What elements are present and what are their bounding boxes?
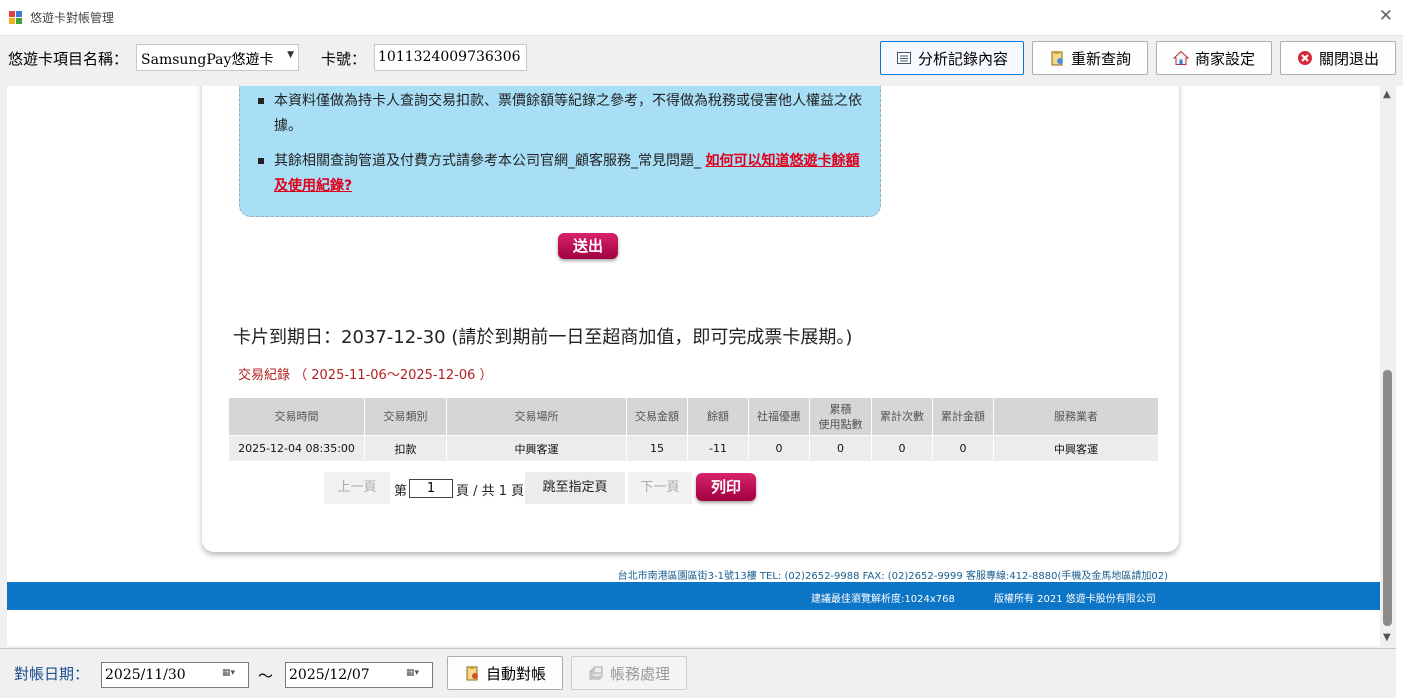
window-edge bbox=[1396, 86, 1403, 698]
jump-to-page-button[interactable]: 跳至指定頁 bbox=[525, 472, 625, 504]
column-header: 交易金額 bbox=[626, 397, 688, 436]
table-cell: 中興客運 bbox=[446, 435, 627, 462]
page-suffix: 頁 / 共 1 頁 bbox=[456, 484, 525, 499]
reconcile-date-label: 對帳日期： bbox=[14, 665, 90, 683]
column-header: 交易類別 bbox=[364, 397, 447, 436]
title-bar: 悠遊卡對帳管理 ✕ bbox=[0, 0, 1403, 36]
print-button[interactable]: 列印 bbox=[696, 473, 756, 501]
accounting-label: 帳務處理 bbox=[609, 664, 670, 683]
exit-button[interactable]: 關閉退出 bbox=[1280, 41, 1396, 75]
column-header: 交易時間 bbox=[228, 397, 365, 436]
column-header: 累計次數 bbox=[871, 397, 933, 436]
list-icon bbox=[896, 50, 912, 66]
card-number-label: 卡號： bbox=[321, 50, 367, 68]
requery-button[interactable]: 重新查詢 bbox=[1032, 41, 1148, 75]
merchant-settings-button[interactable]: 商家設定 bbox=[1156, 41, 1272, 75]
analyze-records-label: 分析記錄內容 bbox=[917, 49, 1008, 68]
scrollbar-thumb[interactable] bbox=[1383, 370, 1392, 626]
chevron-down-icon: ▼ bbox=[287, 50, 294, 60]
window-title: 悠遊卡對帳管理 bbox=[30, 11, 115, 25]
column-header: 餘額 bbox=[687, 397, 749, 436]
close-circle-icon bbox=[1297, 50, 1313, 66]
vertical-scrollbar[interactable]: ▲ ▼ bbox=[1380, 86, 1396, 646]
footer-address: 台北市南港區園區街3-1號13樓 TEL: (02)2652-9988 FAX:… bbox=[617, 571, 1168, 582]
table-cell: -11 bbox=[687, 435, 749, 462]
exit-label: 關閉退出 bbox=[1318, 49, 1379, 68]
calendar-icon[interactable]: ▦▾ bbox=[222, 668, 244, 682]
item-name-label: 悠遊卡項目名稱： bbox=[8, 50, 129, 68]
analyze-records-button[interactable]: 分析記錄內容 bbox=[880, 41, 1024, 75]
table-cell: 0 bbox=[871, 435, 933, 462]
table-cell: 0 bbox=[748, 435, 810, 462]
submit-button[interactable]: 送出 bbox=[558, 233, 618, 259]
scroll-down-icon[interactable]: ▼ bbox=[1383, 632, 1391, 643]
calendar-icon[interactable]: ▦▾ bbox=[406, 668, 428, 682]
footer-resolution: 建議最佳瀏覽解析度:1024x768 bbox=[811, 594, 955, 605]
bottom-toolbar: 對帳日期： 2025/11/30 ▦▾ ～ 2025/12/07 ▦▾ 自動對帳… bbox=[0, 648, 1396, 698]
page-number-input[interactable]: 1 bbox=[409, 479, 453, 498]
stack-icon bbox=[588, 665, 604, 681]
column-header: 社福優惠 bbox=[748, 397, 810, 436]
clipboard-icon bbox=[464, 665, 480, 681]
clipboard-icon bbox=[1049, 50, 1065, 66]
browser-view: 本資料僅做為持卡人查詢交易扣款、票價餘額等紀錄之參考，不得做為稅務或侵害他人權益… bbox=[7, 86, 1380, 646]
footer-copyright: 版權所有 2021 悠遊卡股份有限公司 bbox=[994, 594, 1156, 605]
column-header: 服務業者 bbox=[993, 397, 1159, 436]
column-header: 交易場所 bbox=[446, 397, 627, 436]
date-to-picker[interactable]: 2025/12/07 ▦▾ bbox=[285, 662, 433, 688]
transaction-table: 交易時間 交易類別 交易場所 交易金額 餘額 社福優惠 累積 使用點數 累計次數… bbox=[228, 397, 1159, 462]
auto-reconcile-label: 自動對帳 bbox=[485, 664, 546, 683]
auto-reconcile-button[interactable]: 自動對帳 bbox=[447, 656, 563, 690]
column-header: 累計金額 bbox=[932, 397, 994, 436]
table-cell: 0 bbox=[809, 435, 872, 462]
column-header: 累積 使用點數 bbox=[809, 397, 872, 436]
scroll-up-icon[interactable]: ▲ bbox=[1383, 89, 1391, 100]
notice-item: 其餘相關查詢管道及付費方式請參考本公司官網_顧客服務_常見問題_ 如何可以知道悠… bbox=[258, 149, 870, 199]
date-to-value: 2025/12/07 bbox=[289, 667, 370, 683]
merchant-settings-label: 商家設定 bbox=[1194, 49, 1255, 68]
table-cell: 2025-12-04 08:35:00 bbox=[228, 435, 365, 462]
background-window-strip bbox=[190, 0, 790, 6]
item-name-value: SamsungPay悠遊卡 bbox=[141, 52, 274, 68]
table-cell: 0 bbox=[932, 435, 994, 462]
requery-label: 重新查詢 bbox=[1070, 49, 1131, 68]
card-number-field[interactable]: 1011324009736306 bbox=[374, 44, 527, 71]
table-cell: 中興客運 bbox=[993, 435, 1159, 462]
next-page-button[interactable]: 下一頁 bbox=[628, 472, 692, 504]
notice-item: 本資料僅做為持卡人查詢交易扣款、票價餘額等紀錄之參考，不得做為稅務或侵害他人權益… bbox=[258, 89, 870, 139]
table-cell: 15 bbox=[626, 435, 688, 462]
transaction-range-text: 交易紀錄 （ 2025-11-06～2025-12-06 ） bbox=[238, 368, 493, 383]
date-separator: ～ bbox=[258, 667, 274, 685]
table-cell: 扣款 bbox=[364, 435, 447, 462]
item-name-dropdown[interactable]: SamsungPay悠遊卡 ▼ bbox=[136, 44, 299, 71]
top-toolbar: 悠遊卡項目名稱： SamsungPay悠遊卡 ▼ 卡號： 10113240097… bbox=[0, 36, 1403, 86]
date-from-value: 2025/11/30 bbox=[105, 667, 186, 683]
notice-item-text: 其餘相關查詢管道及付費方式請參考本公司官網_顧客服務_常見問題_ bbox=[274, 153, 706, 169]
app-icon bbox=[9, 11, 22, 24]
notice-box: 本資料僅做為持卡人查詢交易扣款、票價餘額等紀錄之參考，不得做為稅務或侵害他人權益… bbox=[239, 86, 881, 217]
table-row: 2025-12-04 08:35:00 扣款 中興客運 15 -11 0 0 0… bbox=[228, 435, 1159, 462]
notice-list: 本資料僅做為持卡人查詢交易扣款、票價餘額等紀錄之參考，不得做為稅務或侵害他人權益… bbox=[240, 86, 880, 199]
page-prefix: 第 bbox=[394, 484, 408, 499]
date-from-picker[interactable]: 2025/11/30 ▦▾ bbox=[101, 662, 249, 688]
table-header-row: 交易時間 交易類別 交易場所 交易金額 餘額 社福優惠 累積 使用點數 累計次數… bbox=[228, 397, 1159, 436]
accounting-button[interactable]: 帳務處理 bbox=[571, 656, 687, 690]
prev-page-button[interactable]: 上一頁 bbox=[324, 472, 390, 504]
close-icon[interactable]: ✕ bbox=[1379, 6, 1393, 26]
card-expiry-text: 卡片到期日：2037-12-30 (請於到期前一日至超商加值，即可完成票卡展期。… bbox=[233, 327, 853, 348]
footer-bar: 建議最佳瀏覽解析度:1024x768 版權所有 2021 悠遊卡股份有限公司 bbox=[7, 582, 1380, 610]
home-icon bbox=[1172, 50, 1190, 66]
